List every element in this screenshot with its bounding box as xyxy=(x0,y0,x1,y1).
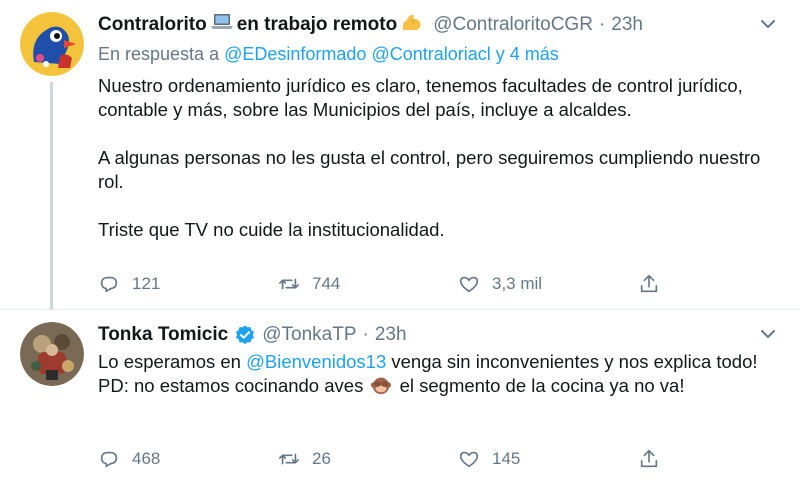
reply-mention-1[interactable]: @EDesinformado xyxy=(224,44,366,64)
avatar-image xyxy=(20,322,84,386)
like-count: 145 xyxy=(492,449,521,468)
tweet-text-part: el segmento de la cocina ya no va! xyxy=(394,375,685,396)
reply-prefix: En respuesta a xyxy=(98,44,220,64)
retweet-button[interactable]: 744 xyxy=(278,271,340,297)
reply-icon xyxy=(100,451,118,468)
retweet-button[interactable]: 26 xyxy=(278,446,331,472)
verified-badge-icon xyxy=(236,325,255,345)
display-name-suffix: en trabajo remoto xyxy=(236,14,398,35)
tweet-paragraph: Triste que TV no cuide la institucionali… xyxy=(98,219,445,240)
avatar-image xyxy=(20,12,84,76)
like-button[interactable]: 3,3 mil xyxy=(458,271,542,297)
retweet-icon xyxy=(279,278,299,290)
reply-icon xyxy=(100,276,118,293)
tweet-text: Lo esperamos en @Bienvenidos13 venga sin… xyxy=(98,350,783,398)
flexed-biceps-emoji-icon xyxy=(401,12,423,38)
reply-button[interactable]: 121 xyxy=(98,271,160,297)
reply-button[interactable]: 468 xyxy=(98,446,160,472)
like-count: 3,3 mil xyxy=(492,274,543,293)
avatar-tonka[interactable] xyxy=(20,322,84,386)
reply-count: 468 xyxy=(132,449,161,468)
timestamp[interactable]: 23h xyxy=(375,324,407,346)
reply-context: En respuesta a @EDesinformado @Contralor… xyxy=(98,44,559,65)
share-button[interactable] xyxy=(638,271,672,297)
tweet-header: Contralorito en trabajo remoto @Contralo… xyxy=(98,12,643,38)
timeline: Contralorito en trabajo remoto @Contralo… xyxy=(0,0,800,485)
tweet-contralorito[interactable]: Contralorito en trabajo remoto @Contralo… xyxy=(0,0,800,310)
tweet-actions: 121 744 3,3 mil xyxy=(98,271,678,297)
heart-icon xyxy=(459,451,479,468)
laptop-emoji-icon xyxy=(210,13,233,37)
chevron-down-icon[interactable] xyxy=(760,18,776,30)
tweet-actions: 468 26 145 xyxy=(98,446,678,472)
mention-link[interactable]: @Bienvenidos13 xyxy=(246,351,386,372)
display-name[interactable]: Tonka Tomicic xyxy=(98,324,228,346)
handle[interactable]: @ContraloritoCGR xyxy=(433,14,593,36)
share-button[interactable] xyxy=(638,446,672,472)
tweet-text: Nuestro ordenamiento jurídico es claro, … xyxy=(98,74,783,242)
avatar-contralorito[interactable] xyxy=(20,12,84,76)
reply-count: 121 xyxy=(132,274,161,293)
reply-more-link[interactable]: y 4 más xyxy=(496,44,559,64)
tweet-header: Tonka Tomicic @TonkaTP · 23h xyxy=(98,322,407,348)
retweet-count: 26 xyxy=(312,449,331,468)
share-icon xyxy=(640,449,658,468)
tweet-paragraph: Nuestro ordenamiento jurídico es claro, … xyxy=(98,75,743,120)
separator-dot: · xyxy=(598,14,606,35)
tweet-paragraph: A algunas personas no les gusta el contr… xyxy=(98,147,761,192)
heart-icon xyxy=(459,276,479,293)
share-icon xyxy=(640,274,658,293)
timestamp[interactable]: 23h xyxy=(611,14,643,36)
retweet-icon xyxy=(279,453,299,465)
tweet-tonka[interactable]: Tonka Tomicic @TonkaTP · 23h Lo esperamo… xyxy=(0,310,800,485)
tweet-text-part: Lo esperamos en xyxy=(98,351,247,372)
like-button[interactable]: 145 xyxy=(458,446,520,472)
see-no-evil-monkey-emoji-icon xyxy=(371,377,392,395)
handle[interactable]: @TonkaTP xyxy=(262,324,356,346)
separator-dot: · xyxy=(362,324,369,345)
display-name[interactable]: Contralorito xyxy=(98,14,207,36)
thread-line xyxy=(50,82,53,310)
chevron-down-icon[interactable] xyxy=(760,328,776,340)
retweet-count: 744 xyxy=(312,274,341,293)
reply-mention-2[interactable]: @Contraloriacl xyxy=(371,44,490,64)
